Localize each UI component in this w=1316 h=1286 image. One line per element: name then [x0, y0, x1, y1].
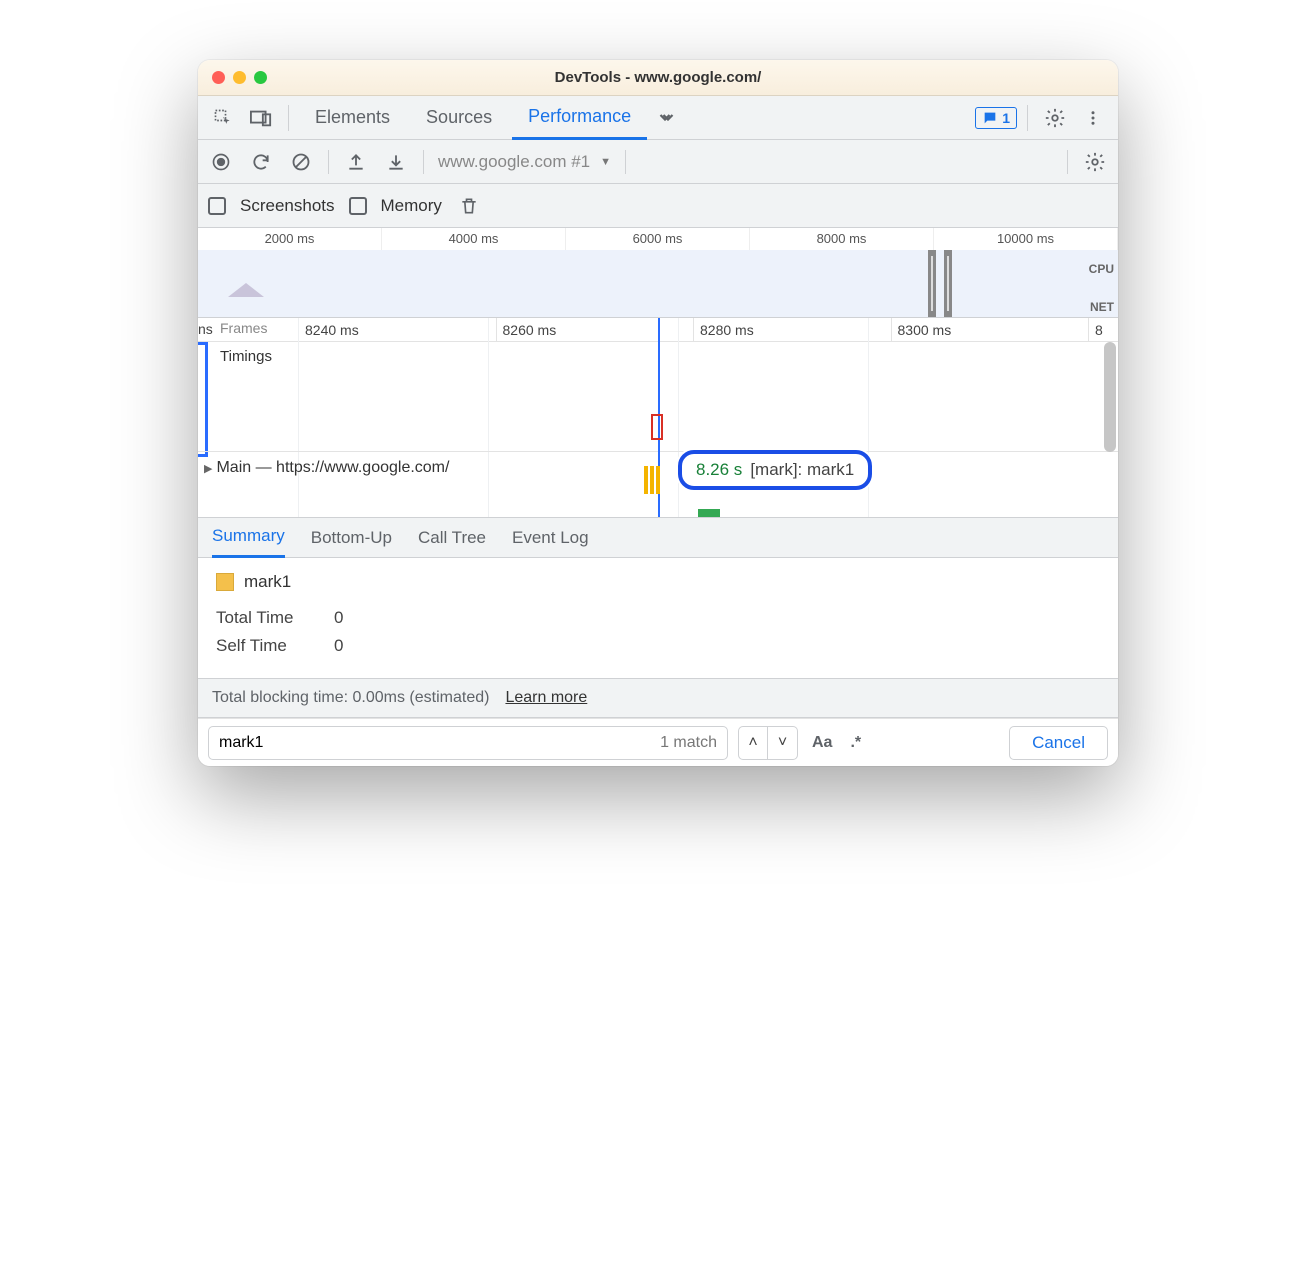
cpu-lane-label: CPU: [1089, 262, 1114, 276]
match-count: 1 match: [660, 734, 717, 752]
regex-toggle[interactable]: .*: [846, 734, 865, 752]
cpu-activity-spike: [228, 283, 264, 297]
memory-label: Memory: [381, 196, 442, 216]
dropdown-caret-icon: ▼: [600, 156, 611, 168]
settings-icon[interactable]: [1038, 101, 1072, 135]
console-issues-badge[interactable]: 1: [975, 107, 1017, 129]
timings-label: Timings: [220, 348, 272, 365]
overview-tick: 10000 ms: [934, 228, 1118, 250]
tab-summary[interactable]: Summary: [212, 518, 285, 558]
devtools-window: DevTools - www.google.com/ Elements Sour…: [198, 60, 1118, 766]
flame-tick: 8300 ms: [891, 318, 1089, 341]
memory-checkbox[interactable]: [349, 197, 367, 215]
flame-scrollbar[interactable]: [1104, 342, 1116, 452]
upload-profile-icon[interactable]: [343, 149, 369, 175]
recording-name: www.google.com #1: [438, 152, 590, 172]
match-case-toggle[interactable]: Aa: [808, 734, 836, 752]
tbt-footer: Total blocking time: 0.00ms (estimated) …: [198, 678, 1118, 718]
total-time-label: Total Time: [216, 608, 316, 628]
capture-settings-icon[interactable]: [1082, 149, 1108, 175]
window-title: DevTools - www.google.com/: [198, 69, 1118, 86]
long-task-marker: [651, 414, 663, 440]
flame-tick: 8240 ms: [298, 318, 496, 341]
tab-call-tree[interactable]: Call Tree: [418, 518, 486, 558]
task-block: [698, 509, 720, 517]
category-swatch: [216, 573, 234, 591]
search-prev-button[interactable]: ˄: [738, 726, 768, 760]
cancel-button[interactable]: Cancel: [1009, 726, 1108, 760]
learn-more-link[interactable]: Learn more: [505, 689, 587, 707]
overview-tick: 2000 ms: [198, 228, 382, 250]
flame-tick: 8: [1088, 318, 1118, 341]
recording-select[interactable]: www.google.com #1 ▼: [438, 152, 611, 172]
overview-tick: 6000 ms: [566, 228, 750, 250]
mark-highlight[interactable]: 8.26 s [mark]: mark1: [678, 450, 872, 490]
search-bar: 1 match ˄ ˅ Aa .* Cancel: [198, 718, 1118, 766]
overview-window-handle-right[interactable]: [944, 250, 952, 317]
reload-record-button[interactable]: [248, 149, 274, 175]
badge-count: 1: [1002, 110, 1010, 126]
total-time-value: 0: [334, 608, 343, 628]
capture-options: Screenshots Memory: [198, 184, 1118, 228]
tab-event-log[interactable]: Event Log: [512, 518, 589, 558]
mark-time: 8.26 s: [696, 460, 742, 480]
devtools-tabbar: Elements Sources Performance 1: [198, 96, 1118, 140]
device-toolbar-icon[interactable]: [244, 101, 278, 135]
tab-performance[interactable]: Performance: [512, 96, 647, 140]
search-next-button[interactable]: ˅: [768, 726, 798, 760]
expand-triangle-icon[interactable]: ▶: [204, 462, 212, 475]
garbage-collect-icon[interactable]: [456, 193, 482, 219]
overview-window-handle-left[interactable]: [928, 250, 936, 317]
tab-bottom-up[interactable]: Bottom-Up: [311, 518, 392, 558]
clear-button[interactable]: [288, 149, 314, 175]
self-time-value: 0: [334, 636, 343, 656]
search-input[interactable]: [219, 734, 660, 752]
mark-label: [mark]: mark1: [750, 460, 854, 480]
kebab-menu-icon[interactable]: [1076, 101, 1110, 135]
tbt-text: Total blocking time: 0.00ms (estimated): [212, 689, 489, 707]
search-field[interactable]: 1 match: [208, 726, 728, 760]
overview-ruler: 2000 ms 4000 ms 6000 ms 8000 ms 10000 ms: [198, 228, 1118, 250]
timeline-overview[interactable]: 2000 ms 4000 ms 6000 ms 8000 ms 10000 ms…: [198, 228, 1118, 318]
record-button[interactable]: [208, 149, 234, 175]
main-thread-row[interactable]: ▶ Main — https://www.google.com/: [198, 452, 1118, 484]
net-lane-label: NET: [1090, 300, 1114, 314]
screenshots-checkbox[interactable]: [208, 197, 226, 215]
performance-toolbar: www.google.com #1 ▼: [198, 140, 1118, 184]
tab-elements[interactable]: Elements: [299, 96, 406, 140]
more-tabs-icon[interactable]: [651, 101, 685, 135]
self-time-label: Self Time: [216, 636, 316, 656]
overview-tick: 8000 ms: [750, 228, 934, 250]
flame-tick: 8260 ms: [496, 318, 694, 341]
title-bar: DevTools - www.google.com/: [198, 60, 1118, 96]
flame-chart[interactable]: Frames ns 8240 ms 8260 ms 8280 ms 8300 m…: [198, 318, 1118, 518]
summary-pane: mark1 Total Time 0 Self Time 0: [198, 558, 1118, 678]
inspect-element-icon[interactable]: [206, 101, 240, 135]
main-thread-label: Main — https://www.google.com/: [216, 459, 449, 477]
tab-sources[interactable]: Sources: [410, 96, 508, 140]
event-name: mark1: [244, 572, 291, 592]
download-profile-icon[interactable]: [383, 149, 409, 175]
details-tabbar: Summary Bottom-Up Call Tree Event Log: [198, 518, 1118, 558]
screenshots-label: Screenshots: [240, 196, 335, 216]
overview-tick: 4000 ms: [382, 228, 566, 250]
flame-tick: 8280 ms: [693, 318, 891, 341]
